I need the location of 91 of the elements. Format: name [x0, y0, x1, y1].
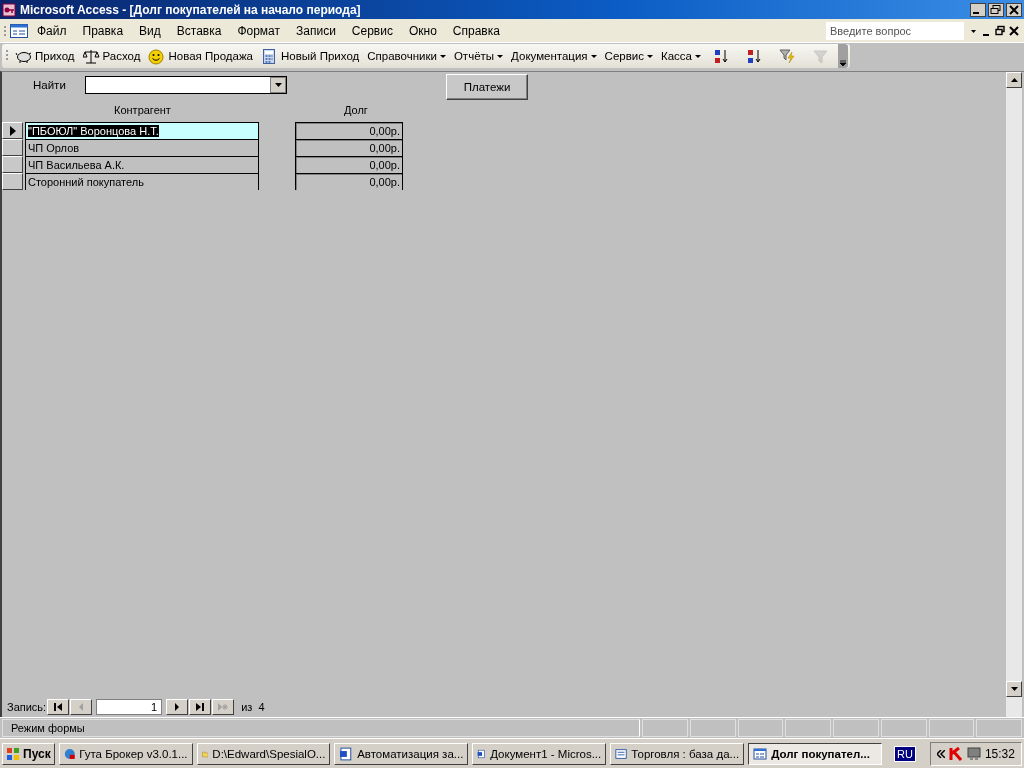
monitor-icon[interactable] [966, 746, 981, 761]
menu-item[interactable]: Вставка [169, 21, 229, 40]
name-field[interactable]: ЧП Орлов [25, 139, 259, 156]
close-button[interactable] [1006, 2, 1022, 17]
status-panel [880, 719, 927, 737]
form-icon [753, 746, 768, 761]
record-selector[interactable] [2, 122, 23, 139]
toolbar-button[interactable]: Приход [12, 45, 78, 67]
overflow-icon [840, 60, 846, 68]
status-panel [976, 719, 1022, 737]
globe-icon [63, 746, 76, 761]
access-key-icon [2, 2, 16, 17]
status-panel [833, 719, 879, 737]
minimize-button[interactable] [970, 2, 986, 17]
record-count: из 4 [241, 701, 265, 713]
toolbar-menu[interactable]: Справочники [364, 48, 449, 64]
chevron-left-icon[interactable] [936, 749, 945, 758]
new-record-button[interactable] [212, 699, 235, 715]
toolbar-menu[interactable]: Отчёты [450, 48, 507, 64]
toolbar-button[interactable]: Новый Приход [258, 45, 363, 67]
grip-icon [4, 23, 8, 38]
menu-item[interactable]: Правка [75, 21, 131, 40]
taskbar-button[interactable]: D:\Edward\SpesialO... [196, 742, 331, 765]
menu-item[interactable]: Вид [132, 21, 168, 40]
database-icon [615, 746, 628, 761]
new-record-icon [218, 703, 229, 711]
toolbar-button[interactable]: Новая Продажа [145, 45, 256, 67]
menu-item[interactable]: Записи [289, 21, 343, 40]
status-panel [785, 719, 831, 737]
menu-item[interactable]: Файл [30, 21, 74, 40]
toolbar-menu[interactable]: Документация [508, 48, 600, 64]
language-indicator[interactable]: RU [894, 745, 916, 762]
toolbar-menu[interactable]: Касса [658, 48, 704, 64]
first-record-button[interactable] [47, 699, 70, 715]
clock: 15:32 [984, 746, 1015, 761]
menu-item[interactable]: Формат [230, 21, 288, 40]
status-panel [737, 719, 784, 737]
taskbar-button[interactable]: Автоматизация за... [334, 742, 469, 765]
menu-item[interactable]: Справка [445, 21, 507, 40]
taskbar-button[interactable]: Долг покупател... [748, 742, 883, 765]
name-field[interactable]: Сторонний покупатель [25, 173, 259, 190]
scroll-down-arrow-icon[interactable] [1010, 687, 1018, 691]
taskbar-button[interactable]: Документ1 - Micros... [472, 742, 607, 765]
restore-button[interactable] [988, 2, 1004, 17]
find-label: Найти [33, 79, 67, 91]
record-selector[interactable] [2, 173, 23, 190]
record-selector[interactable] [2, 156, 23, 173]
windows-flag-icon [6, 746, 20, 761]
record-selector[interactable] [2, 139, 23, 156]
toolbar-overflow-button[interactable] [838, 44, 848, 68]
smiley-icon [148, 47, 166, 65]
payments-button[interactable]: Платежи [446, 74, 528, 100]
current-record-arrow-icon [9, 125, 16, 136]
status-panel [689, 719, 736, 737]
restore-icon[interactable] [994, 23, 1006, 38]
document-icon [339, 746, 354, 761]
first-record-icon [53, 703, 64, 711]
scales-icon [82, 47, 100, 65]
form-icon [10, 23, 28, 38]
debt-field[interactable]: 0,00р. [295, 122, 403, 139]
menu-item[interactable]: Сервис [344, 21, 400, 40]
record-label: Запись: [7, 701, 47, 713]
taskbar-button[interactable]: Торговля : база да... [610, 742, 745, 765]
column-header: Долг [344, 104, 368, 116]
toolbar-button[interactable]: Расход [79, 45, 144, 67]
name-field[interactable]: ЧП Васильева А.К. [25, 156, 259, 173]
status-text: Режим формы [2, 719, 640, 737]
column-header: Контрагент [114, 104, 172, 116]
last-record-button[interactable] [189, 699, 212, 715]
taskbar-button[interactable]: Гута Брокер v3.0.1... [58, 742, 193, 765]
vertical-scrollbar[interactable] [1006, 72, 1022, 717]
debt-field[interactable]: 0,00р. [295, 139, 403, 156]
dropdown-caret-icon[interactable] [274, 83, 282, 87]
menu-item[interactable]: Окно [401, 21, 444, 40]
scroll-up-arrow-icon[interactable] [1010, 78, 1018, 82]
close-icon[interactable] [1008, 23, 1020, 38]
window-title: Microsoft Access - [Долг покупателей на начало периода] [20, 2, 362, 17]
start-button[interactable]: Пуск [2, 742, 55, 765]
name-field[interactable]: "ПБОЮЛ" Воронцова Н.Т. [25, 122, 259, 139]
record-number-field[interactable]: 1 [96, 699, 163, 715]
toolbar-menu[interactable]: Сервис [601, 48, 656, 64]
previous-record-button[interactable] [70, 699, 93, 715]
find-combo-box[interactable] [85, 76, 287, 94]
debt-field[interactable]: 0,00р. [295, 173, 403, 190]
last-record-icon [195, 703, 206, 711]
status-panel [642, 719, 688, 737]
help-search-field[interactable]: Введите вопрос [826, 21, 964, 40]
next-record-button[interactable] [166, 699, 189, 715]
calculator-icon [261, 47, 278, 65]
status-panel [928, 719, 975, 737]
debt-field[interactable]: 0,00р. [295, 156, 403, 173]
